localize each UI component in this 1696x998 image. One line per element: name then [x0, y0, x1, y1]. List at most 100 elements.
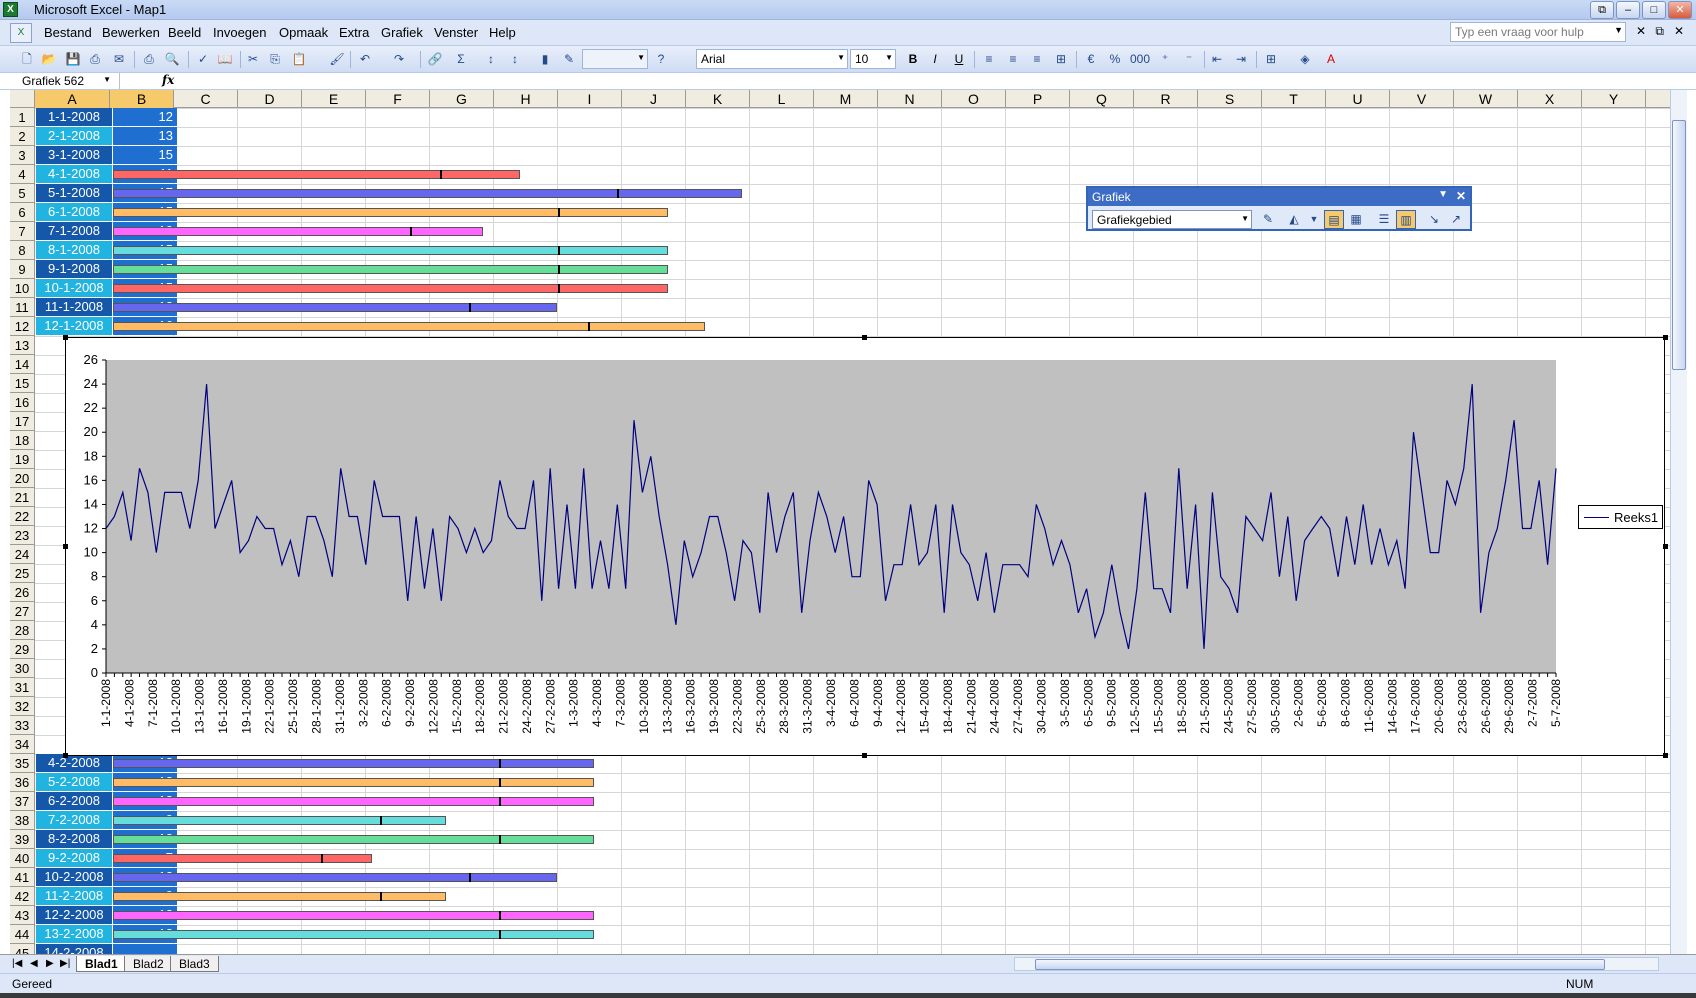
row-header-39[interactable]: 39: [10, 830, 35, 849]
open-folder-icon[interactable]: 📂: [40, 51, 58, 68]
chevron-down-icon[interactable]: ▼: [1614, 25, 1623, 35]
align-left-icon[interactable]: ≡: [980, 51, 998, 68]
underline-icon[interactable]: U: [950, 51, 968, 68]
resize-handle[interactable]: [862, 335, 867, 340]
row-header-42[interactable]: 42: [10, 887, 35, 906]
row-header-29[interactable]: 29: [10, 640, 35, 659]
row-header-7[interactable]: 7: [10, 222, 35, 241]
chevron-down-icon[interactable]: ▼: [103, 75, 111, 84]
fill-color-icon[interactable]: ◈: [1296, 51, 1314, 68]
help-search-input[interactable]: Typ een vraag voor hulp ▼: [1450, 22, 1626, 42]
resize-handle[interactable]: [63, 544, 68, 549]
row-header-21[interactable]: 21: [10, 488, 35, 507]
chart-wizard-icon[interactable]: ▮: [536, 51, 554, 68]
prev-sheet-icon[interactable]: ◀: [30, 958, 38, 969]
column-header-t[interactable]: T: [1262, 90, 1326, 108]
doc-close-icon[interactable]: ✕: [1636, 24, 1646, 38]
email-icon[interactable]: ✉: [110, 51, 128, 68]
row-header-36[interactable]: 36: [10, 773, 35, 792]
row-header-17[interactable]: 17: [10, 412, 35, 431]
column-header-m[interactable]: M: [814, 90, 878, 108]
column-header-a[interactable]: A: [35, 90, 110, 108]
resize-handle[interactable]: [1663, 753, 1668, 758]
row-header-28[interactable]: 28: [10, 621, 35, 640]
by-column-icon[interactable]: ▥: [1396, 210, 1416, 229]
font-name-select[interactable]: Arial ▼: [696, 49, 848, 69]
cell-date[interactable]: 9-2-2008: [36, 849, 112, 867]
cell-date[interactable]: 5-1-2008: [36, 184, 112, 202]
row-header-5[interactable]: 5: [10, 184, 35, 203]
row-header-15[interactable]: 15: [10, 374, 35, 393]
chart-objects-select[interactable]: Grafiekgebied ▼: [1092, 210, 1252, 229]
chart-legend[interactable]: Reeks1: [1578, 505, 1663, 529]
row-header-44[interactable]: 44: [10, 925, 35, 944]
data-table-icon[interactable]: ▦: [1346, 210, 1366, 229]
resize-handle[interactable]: [1663, 335, 1668, 340]
column-header-q[interactable]: Q: [1070, 90, 1134, 108]
sort-descending-icon[interactable]: ↕: [506, 51, 524, 68]
chart-area[interactable]: 0 2 4 6 8 10 12 14 16 18 20 22 24 26 1-1-2008 4-1-2008 7…: [65, 337, 1665, 756]
spelling-icon[interactable]: ✓: [194, 51, 212, 68]
restore-icon[interactable]: ⧉: [1590, 1, 1614, 19]
row-header-6[interactable]: 6: [10, 203, 35, 222]
by-row-icon[interactable]: ☰: [1374, 210, 1394, 229]
menu-venster[interactable]: Venster: [434, 25, 478, 40]
function-icon[interactable]: fx: [162, 73, 174, 87]
chart-toolbar-titlebar[interactable]: Grafiek ▼ ✕: [1088, 188, 1470, 206]
column-header-k[interactable]: K: [686, 90, 750, 108]
cell-date[interactable]: 3-1-2008: [36, 146, 112, 164]
row-header-24[interactable]: 24: [10, 545, 35, 564]
chevron-down-icon[interactable]: ▼: [1304, 210, 1324, 229]
column-header-x[interactable]: X: [1518, 90, 1582, 108]
cell-date[interactable]: 6-1-2008: [36, 203, 112, 221]
column-header-g[interactable]: G: [430, 90, 494, 108]
row-header-27[interactable]: 27: [10, 602, 35, 621]
scroll-thumb[interactable]: [1035, 959, 1605, 970]
row-header-31[interactable]: 31: [10, 678, 35, 697]
new-file-icon[interactable]: 🗋: [18, 51, 36, 68]
permission-icon[interactable]: ⎙: [86, 51, 104, 68]
row-header-35[interactable]: 35: [10, 754, 35, 773]
cell-value[interactable]: 12: [113, 108, 177, 126]
cell-date[interactable]: 10-1-2008: [36, 279, 112, 297]
close-button[interactable]: ✕: [1668, 1, 1692, 19]
format-chart-area-icon[interactable]: ✎: [1258, 210, 1278, 229]
print-preview-icon[interactable]: 🔍: [163, 51, 181, 68]
save-icon[interactable]: 💾: [64, 51, 82, 68]
menu-invoegen[interactable]: Invoegen: [213, 25, 267, 40]
row-header-30[interactable]: 30: [10, 659, 35, 678]
paste-icon[interactable]: 📋: [290, 51, 308, 68]
column-header-d[interactable]: D: [238, 90, 302, 108]
row-header-8[interactable]: 8: [10, 241, 35, 260]
menu-bestand[interactable]: Bestand: [44, 25, 92, 40]
menu-beeld[interactable]: Beeld: [168, 25, 201, 40]
cell-date[interactable]: 1-1-2008: [36, 108, 112, 126]
copy-icon[interactable]: ⎘: [266, 51, 284, 68]
cell-date[interactable]: 2-1-2008: [36, 127, 112, 145]
minimize-button[interactable]: –: [1616, 1, 1640, 19]
column-header-s[interactable]: S: [1198, 90, 1262, 108]
row-header-32[interactable]: 32: [10, 697, 35, 716]
document-icon[interactable]: X: [10, 23, 32, 43]
menu-extra[interactable]: Extra: [339, 25, 369, 40]
cut-icon[interactable]: ✂: [244, 51, 262, 68]
cell-date[interactable]: 10-2-2008: [36, 868, 112, 886]
column-header-w[interactable]: W: [1454, 90, 1518, 108]
row-header-38[interactable]: 38: [10, 811, 35, 830]
merge-center-icon[interactable]: ⊞: [1052, 51, 1070, 68]
menu-help[interactable]: Help: [489, 25, 516, 40]
increase-decimal-icon[interactable]: ⁺: [1156, 51, 1174, 68]
vertical-scrollbar[interactable]: [1670, 90, 1687, 954]
column-header-p[interactable]: P: [1006, 90, 1070, 108]
undo-icon[interactable]: ↶: [356, 51, 374, 68]
drawing-icon[interactable]: ✎: [560, 51, 578, 68]
row-header-2[interactable]: 2: [10, 127, 35, 146]
row-header-34[interactable]: 34: [10, 735, 35, 754]
column-header-n[interactable]: N: [878, 90, 942, 108]
excel-app-icon[interactable]: X: [3, 2, 18, 17]
row-header-13[interactable]: 13: [10, 336, 35, 355]
name-box[interactable]: Grafiek 562 ▼: [10, 73, 120, 89]
row-header-1[interactable]: 1: [10, 108, 35, 127]
row-header-11[interactable]: 11: [10, 298, 35, 317]
doc-restore-icon[interactable]: ⧉: [1655, 24, 1664, 39]
